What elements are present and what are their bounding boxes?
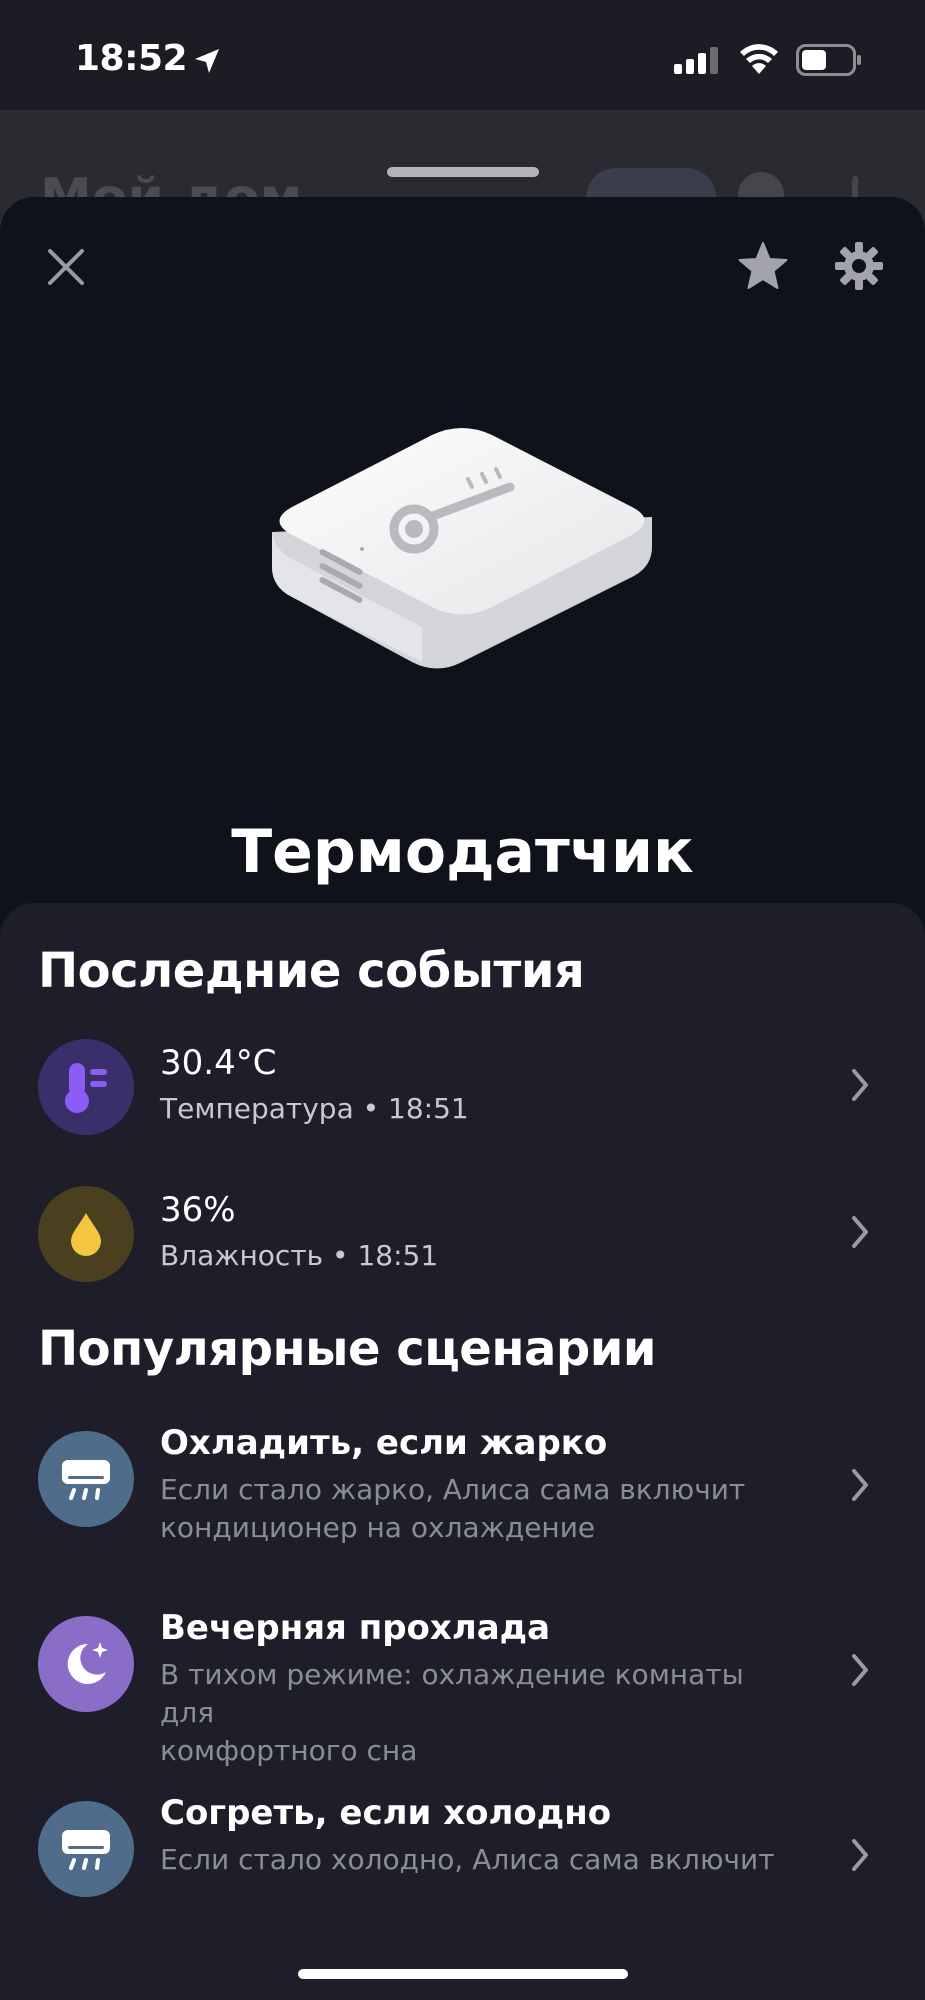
chevron-right-icon (852, 1654, 868, 1686)
scenario-title: Охладить, если жарко (160, 1423, 608, 1463)
settings-button[interactable] (826, 233, 892, 299)
event-text: 36% Влажность • 18:51 (160, 1188, 800, 1276)
scenario-description-line: Если стало жарко, Алиса сама включит (160, 1473, 746, 1506)
device-screen: 18:52 Мой дом (0, 0, 925, 2000)
battery-icon (796, 44, 861, 76)
status-bar: 18:52 (0, 0, 925, 110)
popular-scenarios-title: Популярные сценарии (38, 1321, 657, 1377)
recent-events-title: Последние события (38, 943, 585, 999)
device-content-card: Последние события 30.4°C Температура • 1… (0, 903, 925, 2000)
event-row-humidity[interactable]: 36% Влажность • 18:51 (0, 1182, 925, 1302)
location-arrow-icon (195, 49, 219, 73)
scenario-row-warm-if-cold[interactable]: Согреть, если холодно Если стало холодно… (0, 1791, 925, 1931)
close-button[interactable] (36, 237, 96, 297)
moon-star-icon (67, 1642, 108, 1684)
sheet-grabber[interactable] (387, 167, 539, 177)
device-sheet: Термодатчик Последние события 30.4°C Тем… (0, 197, 925, 2000)
scenario-row-cool-if-hot[interactable]: Охладить, если жарко Если стало жарко, А… (0, 1421, 925, 1561)
chevron-right-icon (852, 1839, 868, 1871)
cellular-signal-icon (674, 47, 718, 74)
event-label: Влажность • 18:51 (160, 1239, 439, 1272)
scenario-description-line: Если стало холодно, Алиса сама включит (160, 1843, 775, 1876)
scenario-icon-circle (38, 1431, 134, 1527)
scenario-description-line: В тихом режиме: охлаждение комнаты для (160, 1658, 744, 1729)
device-picture (272, 428, 652, 669)
air-conditioner-icon (62, 1830, 110, 1870)
close-icon (48, 249, 84, 285)
scenario-icon-circle (38, 1616, 134, 1712)
scenario-description: Если стало холодно, Алиса сама включит (160, 1841, 800, 1879)
scenario-title: Согреть, если холодно (160, 1793, 612, 1833)
event-row-temperature[interactable]: 30.4°C Температура • 18:51 (0, 1035, 925, 1155)
scenario-title: Вечерняя прохлада (160, 1608, 551, 1648)
event-text: 30.4°C Температура • 18:51 (160, 1041, 800, 1129)
scenario-text: Охладить, если жарко Если стало жарко, А… (160, 1421, 800, 1547)
chevron-right-icon (852, 1469, 868, 1501)
event-value: 30.4°C (160, 1043, 277, 1083)
scenario-description-line: кондиционер на охлаждение (160, 1511, 596, 1544)
humidity-icon-circle (38, 1186, 134, 1282)
temperature-icon-circle (38, 1039, 134, 1135)
scenario-description-line: комфортного сна (160, 1734, 418, 1767)
status-time: 18:52 (75, 38, 188, 79)
favorite-button[interactable] (730, 233, 796, 299)
scenario-icon-circle (38, 1801, 134, 1897)
home-indicator[interactable] (298, 1969, 628, 1979)
scenario-description: В тихом режиме: охлаждение комнаты для к… (160, 1656, 800, 1770)
scenario-text: Согреть, если холодно Если стало холодно… (160, 1791, 800, 1879)
chevron-right-icon (852, 1216, 868, 1248)
star-icon (738, 242, 788, 289)
scenario-text: Вечерняя прохлада В тихом режиме: охлажд… (160, 1606, 800, 1770)
wifi-icon (740, 44, 778, 74)
device-title: Термодатчик (231, 817, 694, 887)
droplet-icon (71, 1213, 101, 1256)
scenario-description: Если стало жарко, Алиса сама включит кон… (160, 1471, 800, 1547)
event-label: Температура • 18:51 (160, 1092, 469, 1125)
event-value: 36% (160, 1190, 236, 1230)
thermometer-icon (65, 1063, 107, 1113)
scenario-row-evening-cool[interactable]: Вечерняя прохлада В тихом режиме: охлажд… (0, 1606, 925, 1767)
chevron-right-icon (852, 1069, 868, 1101)
air-conditioner-icon (62, 1460, 110, 1500)
gear-icon (835, 242, 883, 290)
